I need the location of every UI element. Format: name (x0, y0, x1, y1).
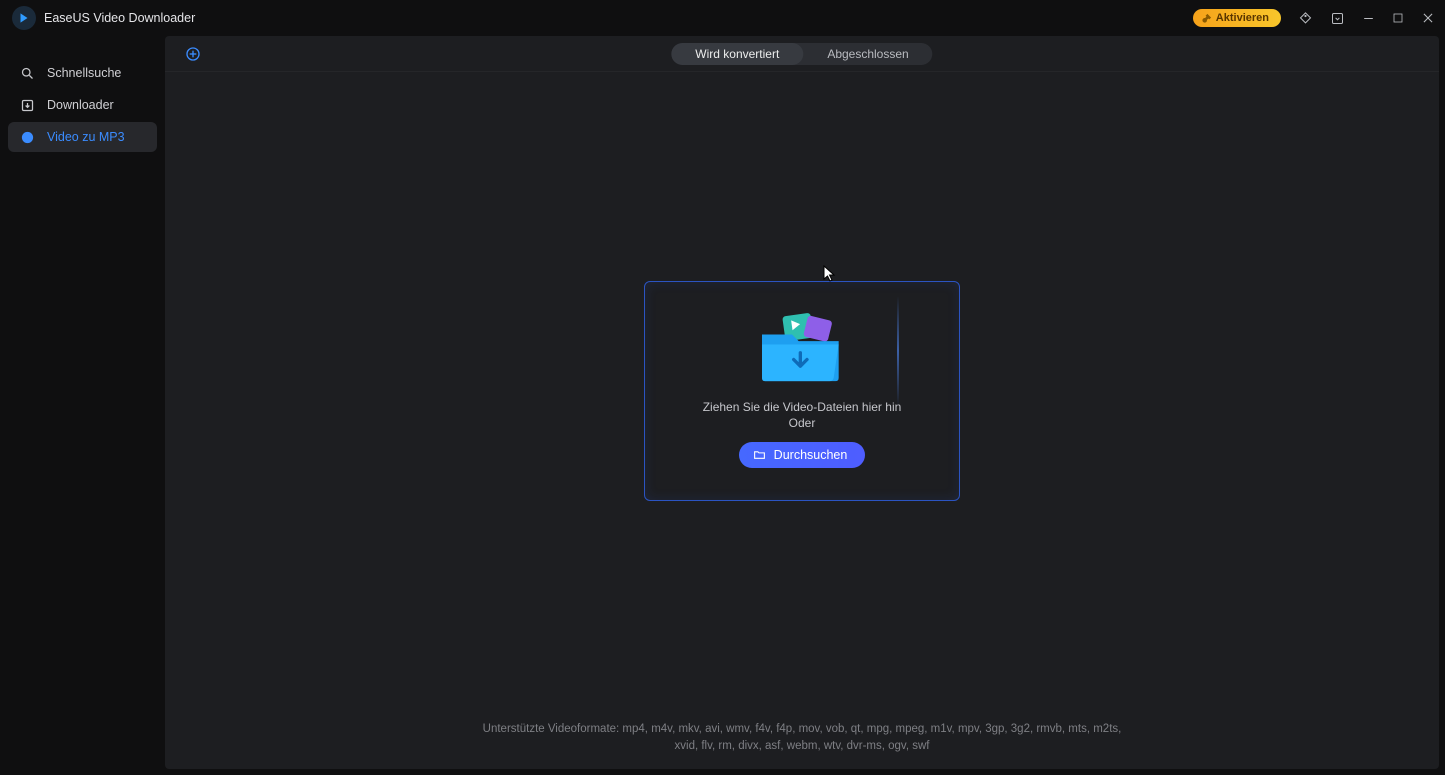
sidebar-item-video-to-mp3[interactable]: Video zu MP3 (8, 122, 157, 152)
search-icon (20, 66, 35, 81)
tab-converting[interactable]: Wird konvertiert (671, 43, 803, 65)
drop-zone[interactable]: Ziehen Sie die Video-Dateien hier hin Od… (644, 281, 960, 501)
tab-completed[interactable]: Abgeschlossen (803, 43, 932, 65)
sidebar-item-label: Downloader (47, 98, 114, 112)
activate-button[interactable]: Aktivieren (1193, 9, 1281, 27)
plus-circle-icon (185, 46, 201, 62)
maximize-button[interactable] (1391, 11, 1405, 25)
sidebar-item-downloader[interactable]: Downloader (8, 90, 157, 120)
tab-label: Wird konvertiert (695, 47, 779, 61)
download-icon (20, 98, 35, 113)
dropdown-button[interactable] (1329, 10, 1345, 26)
play-circle-icon (20, 130, 35, 145)
drop-or: Oder (789, 416, 816, 430)
folder-icon (753, 448, 766, 461)
browse-button[interactable]: Durchsuchen (739, 442, 866, 468)
supported-formats: Unterstützte Videoformate: mp4, m4v, mkv… (165, 721, 1439, 756)
folder-illustration (752, 308, 852, 386)
minimize-button[interactable] (1361, 11, 1375, 25)
key-icon (1201, 13, 1212, 24)
app-logo (12, 6, 36, 30)
main-panel: Wird konvertiert Abgeschlossen (165, 36, 1439, 769)
formats-line: Unterstützte Videoformate: mp4, m4v, mkv… (225, 721, 1379, 738)
tab-label: Abgeschlossen (827, 47, 908, 61)
add-button[interactable] (185, 46, 201, 62)
topbar: Wird konvertiert Abgeschlossen (165, 36, 1439, 72)
content-area: Ziehen Sie die Video-Dateien hier hin Od… (165, 72, 1439, 769)
close-button[interactable] (1421, 11, 1435, 25)
tab-group: Wird konvertiert Abgeschlossen (671, 43, 932, 65)
sidebar: Schnellsuche Downloader Video zu MP3 (0, 36, 165, 775)
sidebar-item-label: Schnellsuche (47, 66, 121, 80)
sidebar-item-quicksearch[interactable]: Schnellsuche (8, 58, 157, 88)
app-title: EaseUS Video Downloader (44, 11, 195, 25)
titlebar: EaseUS Video Downloader Aktivieren (0, 0, 1445, 36)
formats-line: xvid, flv, rm, divx, asf, webm, wtv, dvr… (225, 738, 1379, 755)
browse-label: Durchsuchen (774, 448, 848, 462)
activate-label: Aktivieren (1216, 12, 1269, 24)
drop-instruction: Ziehen Sie die Video-Dateien hier hin (703, 400, 902, 414)
tag-button[interactable] (1297, 10, 1313, 26)
sidebar-item-label: Video zu MP3 (47, 130, 125, 144)
